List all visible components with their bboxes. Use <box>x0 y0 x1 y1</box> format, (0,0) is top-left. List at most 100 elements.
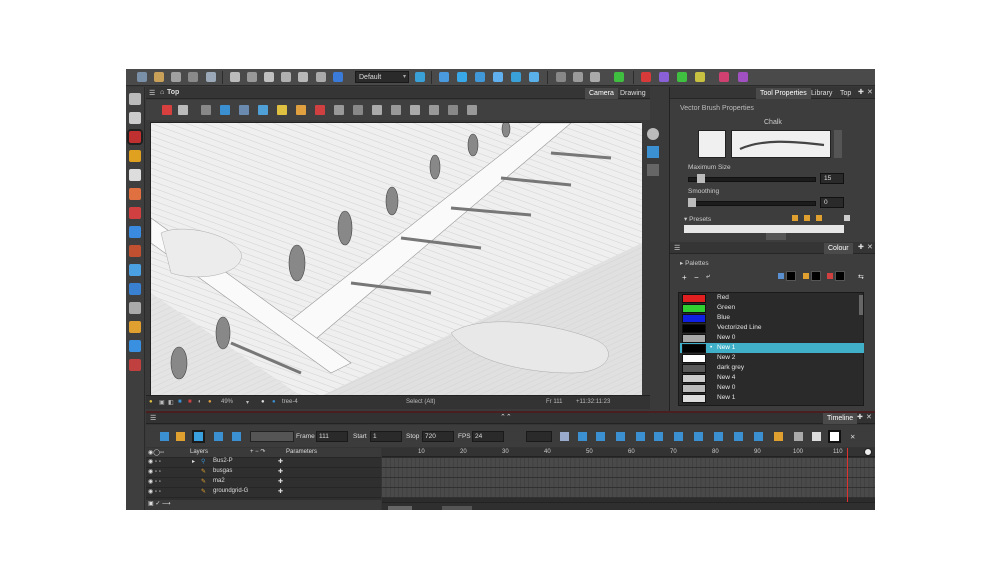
zoom-value[interactable]: 49% <box>221 399 233 405</box>
cutter-tool-icon[interactable] <box>129 340 141 352</box>
layer-visibility-icon[interactable]: ◉ ▫ ▫ <box>148 488 161 495</box>
list-item[interactable]: New 2 <box>680 353 864 363</box>
preset-add-icon[interactable] <box>804 215 810 221</box>
colour-add-panel-icon[interactable]: ✚ <box>858 243 864 251</box>
remove-colour-icon[interactable]: − <box>694 273 699 282</box>
lasso-tool-icon[interactable] <box>129 226 141 238</box>
lock-icon[interactable] <box>277 105 287 115</box>
list-item[interactable]: New 4 <box>680 373 864 383</box>
workspace-save-icon[interactable] <box>415 72 425 82</box>
field-guide-icon[interactable] <box>239 105 249 115</box>
list-item[interactable]: Green <box>680 303 864 313</box>
ra-tool-icon[interactable] <box>719 72 729 82</box>
list-item-selected[interactable]: • New 1 <box>680 343 864 353</box>
smoothing-slider-handle[interactable] <box>688 198 696 207</box>
flip-horizontal-icon[interactable] <box>439 72 449 82</box>
import-icon[interactable] <box>206 72 216 82</box>
table-row[interactable]: ◉ ▫ ▫ ✎ busgas ✚ <box>146 468 381 478</box>
palettes-toggle[interactable]: ▸ Palettes <box>680 259 709 267</box>
add-drawing-icon[interactable] <box>573 72 583 82</box>
tab-library[interactable]: Library <box>807 88 836 99</box>
colour-close-icon[interactable]: ✕ <box>867 243 873 251</box>
max-size-input[interactable]: 15 <box>820 173 844 184</box>
distribute-icon[interactable] <box>429 105 439 115</box>
cut-icon[interactable] <box>264 72 274 82</box>
light-table-icon[interactable] <box>258 105 268 115</box>
stack-icon[interactable] <box>391 105 401 115</box>
transform-tool-icon[interactable] <box>129 321 141 333</box>
more-icon[interactable]: ✕ <box>850 433 855 441</box>
key-in-icon[interactable] <box>674 432 683 441</box>
add-colour-icon[interactable]: + <box>682 273 687 282</box>
add-peg-icon[interactable] <box>578 432 587 441</box>
bulb-icon[interactable]: ● <box>149 399 153 405</box>
list-item[interactable]: New 0 <box>680 383 864 393</box>
stop-input[interactable]: 720 <box>422 431 454 442</box>
close-icon[interactable]: ✕ <box>867 88 873 96</box>
camera-view-icon[interactable] <box>647 128 659 140</box>
add-drawing-layer-icon[interactable] <box>560 432 569 441</box>
play-icon[interactable] <box>160 432 169 441</box>
expand-icon[interactable] <box>511 72 521 82</box>
rotate-icon[interactable] <box>475 72 485 82</box>
rotate-view-tool-icon[interactable] <box>129 283 141 295</box>
frame-scrollbar-thumb[interactable] <box>388 506 412 510</box>
presets-label[interactable]: ▾ Presets <box>684 215 711 223</box>
frame-ruler[interactable]: 10 20 30 40 50 60 70 80 90 100 110 <box>382 448 875 457</box>
columns-icon[interactable] <box>794 432 803 441</box>
link-colour-icon[interactable]: ⤶ <box>706 273 710 281</box>
workspace-select[interactable]: Default ▾ <box>355 71 409 83</box>
display-icon[interactable] <box>812 432 821 441</box>
eye-icon[interactable] <box>647 146 659 158</box>
table-row[interactable]: ◉ ▫ ▫ ✎ groundgrid-G ✚ <box>146 488 381 498</box>
transform-icon[interactable] <box>493 72 503 82</box>
red-record-icon[interactable] <box>641 72 651 82</box>
frame-input[interactable]: 111 <box>316 431 348 442</box>
add-keyframe-icon[interactable] <box>596 432 605 441</box>
colour-list-scrollbar[interactable] <box>859 295 863 315</box>
animate-mode-icon[interactable] <box>162 105 172 115</box>
pencil-colour-icon[interactable] <box>803 273 809 279</box>
layer-footer-icons[interactable]: ▣ ✓ ⟶ <box>148 500 171 507</box>
safe-area-icon[interactable] <box>220 105 230 115</box>
panel-splitter-handle[interactable] <box>766 233 786 240</box>
tab-drawing[interactable]: Drawing <box>616 88 650 99</box>
delete-icon[interactable] <box>316 72 326 82</box>
layer-param-icon[interactable]: ✚ <box>278 468 283 475</box>
paste-icon[interactable] <box>298 72 308 82</box>
preset-remove-icon[interactable] <box>816 215 822 221</box>
zoom-chevron-icon[interactable]: ▾ <box>246 399 249 406</box>
menu-icon[interactable]: ☰ <box>149 89 155 97</box>
layer-visibility-icon[interactable]: ◉ ▫ ▫ <box>148 478 161 485</box>
save-icon[interactable] <box>171 72 181 82</box>
rgb-icon[interactable]: ■ <box>178 399 182 405</box>
brush-tool-icon[interactable] <box>129 131 141 143</box>
list-item[interactable]: Red <box>680 293 864 303</box>
line-style-select[interactable] <box>526 431 552 442</box>
new-scene-icon[interactable] <box>137 72 147 82</box>
balance-icon[interactable] <box>448 105 458 115</box>
stop-motion-icon[interactable] <box>714 432 723 441</box>
expand-icon[interactable]: ▸ <box>192 458 195 465</box>
tab-colour[interactable]: Colour <box>824 243 853 254</box>
list-item[interactable]: Vectorized Line <box>680 323 864 333</box>
violet-tool-icon[interactable] <box>659 72 669 82</box>
pencil-tool-icon[interactable] <box>129 150 141 162</box>
collapse-handle-icon[interactable]: ⌃⌃ <box>500 413 512 421</box>
timeline-menu-icon[interactable]: ☰ <box>150 414 156 422</box>
paint-icon[interactable] <box>614 72 624 82</box>
frame-scrollbar[interactable] <box>382 502 875 510</box>
start-input[interactable]: 1 <box>370 431 402 442</box>
table-row[interactable]: ◉ ▫ ▫ ✎ ma2 ✚ <box>146 478 381 488</box>
lock-status-icon[interactable]: ● <box>208 399 212 405</box>
timeline-add-panel-icon[interactable]: ✚ <box>857 413 863 421</box>
dropper-icon[interactable] <box>778 273 784 279</box>
fill-colour-icon[interactable] <box>827 273 833 279</box>
smoothing-slider[interactable] <box>688 201 816 206</box>
smoothing-input[interactable]: 0 <box>820 197 844 208</box>
zoom-scrollbar[interactable] <box>442 506 472 510</box>
table-row[interactable]: ◉ ▫ ▫ ▸ ⚲ Bus2-P ✚ <box>146 458 381 468</box>
key-out-icon[interactable] <box>694 432 703 441</box>
onion-skin-icon[interactable] <box>296 105 306 115</box>
grid-icon[interactable] <box>201 105 211 115</box>
